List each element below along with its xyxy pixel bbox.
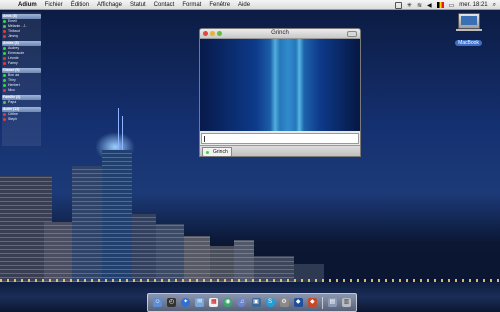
- tower-spire: [122, 116, 123, 150]
- building: [156, 224, 184, 282]
- group-amis: Amis (8) Emeil Mélanie - J.. Thibaut Jim…: [2, 14, 41, 39]
- group-autre: Autre (12) Céline Steph: [2, 107, 41, 122]
- status-away-icon: [3, 35, 6, 38]
- status-away-icon: [3, 57, 6, 60]
- contact-row[interactable]: Jimmy: [2, 34, 41, 39]
- app-icon[interactable]: ◆: [307, 298, 317, 307]
- dock: ☺ ◴ ✦ ✉ ▦ ◉ ♫ ▣ S ⚙ ◆ ◆ ▤ ▥: [147, 293, 357, 312]
- building: [210, 246, 234, 282]
- chat-titlebar[interactable]: Grinch: [200, 29, 360, 39]
- status-away-icon: [3, 118, 6, 121]
- itunes-icon[interactable]: ♫: [237, 298, 247, 307]
- preferences-icon[interactable]: ⚙: [279, 298, 289, 307]
- menubar: Adium Fichier Édition Affichage Statut C…: [0, 0, 500, 10]
- buddy-list: Amis (8) Emeil Mélanie - J.. Thibaut Jim…: [2, 12, 41, 146]
- menu-fichier[interactable]: Fichier: [41, 2, 67, 8]
- spotlight-icon[interactable]: ⌕: [493, 2, 496, 9]
- status-online-icon: [3, 79, 6, 82]
- text-caret: [204, 136, 205, 142]
- adium-icon[interactable]: ◉: [223, 298, 233, 307]
- volume-icon[interactable]: ◀: [427, 2, 432, 9]
- message-input[interactable]: [201, 133, 359, 144]
- group-classe: Classe (9) Bon aa Thiry Herbert Nico: [2, 68, 41, 93]
- dock-separator: [321, 296, 323, 309]
- desktop-drive[interactable]: MacBook: [451, 13, 486, 49]
- chat-tab[interactable]: Grinch: [202, 147, 232, 156]
- menubar-clock[interactable]: mer. 18:21: [459, 2, 487, 8]
- building: [234, 240, 254, 282]
- status-online-icon: [3, 25, 6, 28]
- chat-transcript[interactable]: [200, 39, 360, 131]
- status-online-icon: [3, 52, 6, 55]
- status-menu-icon[interactable]: [394, 1, 402, 9]
- status-away-icon: [3, 30, 6, 33]
- building: [72, 166, 102, 282]
- contact-name: Fanny: [8, 61, 18, 65]
- menu-statut[interactable]: Statut: [126, 2, 150, 8]
- contact-row[interactable]: Nico: [2, 88, 41, 93]
- ical-icon[interactable]: ▦: [209, 298, 219, 307]
- contact-name: Jimmy: [8, 34, 19, 38]
- menu-edition[interactable]: Édition: [67, 2, 93, 8]
- contact-name: Nico: [8, 88, 16, 92]
- contact-row[interactable]: Steph: [2, 117, 41, 122]
- battery-icon[interactable]: ▭: [449, 2, 455, 9]
- skype-icon[interactable]: S: [265, 298, 275, 307]
- chat-tab-bar: Grinch: [200, 145, 360, 156]
- contact-name: Papa: [8, 100, 17, 104]
- wifi-icon[interactable]: ≋: [417, 2, 422, 9]
- status-online-icon: [3, 84, 6, 87]
- desktop-drive-label: MacBook: [455, 40, 482, 46]
- building: [184, 236, 210, 282]
- status-online-icon: [3, 47, 6, 50]
- documents-icon[interactable]: ▤: [327, 298, 337, 307]
- building: [102, 150, 132, 282]
- tower-spire: [118, 108, 119, 150]
- status-away-icon: [3, 113, 6, 116]
- laptop-base: [455, 29, 482, 31]
- app-icon[interactable]: ◆: [293, 298, 303, 307]
- iphoto-icon[interactable]: ▣: [251, 298, 261, 307]
- building: [44, 222, 74, 282]
- building: [132, 214, 156, 282]
- status-online-icon: [206, 150, 209, 154]
- status-away-icon: [3, 62, 6, 65]
- finder-icon[interactable]: ☺: [153, 298, 163, 307]
- laptop-icon: [457, 13, 480, 29]
- status-online-icon: [3, 101, 6, 104]
- toolbar-toggle-button[interactable]: [347, 31, 357, 37]
- chat-window-title: Grinch: [271, 30, 289, 36]
- group-famille: Famille (2) Papa: [2, 95, 41, 105]
- status-online-icon: [3, 20, 6, 23]
- menu-aide[interactable]: Aide: [234, 2, 254, 8]
- safari-icon[interactable]: ✦: [181, 298, 191, 307]
- contact-row[interactable]: Fanny: [2, 61, 41, 66]
- menu-format[interactable]: Format: [178, 2, 205, 8]
- contact-name: Steph: [8, 117, 18, 121]
- sync-icon[interactable]: ✳: [407, 2, 412, 9]
- menu-adium[interactable]: Adium: [14, 2, 41, 8]
- contact-row[interactable]: Papa: [2, 100, 41, 105]
- menu-fenetre[interactable]: Fenêtre: [205, 2, 234, 8]
- dashboard-icon[interactable]: ◴: [167, 298, 177, 307]
- chat-tab-label: Grinch: [213, 149, 228, 155]
- menu-contact[interactable]: Contact: [150, 2, 179, 8]
- menu-affichage[interactable]: Affichage: [93, 2, 126, 8]
- input-flag-icon[interactable]: [436, 2, 444, 8]
- group-amies: Amies (5) Audrey Emeraude Léonie Fanny: [2, 41, 41, 66]
- status-online-icon: [3, 74, 6, 77]
- trash-icon[interactable]: ▥: [341, 298, 351, 307]
- status-away-icon: [3, 89, 6, 92]
- chat-window: Grinch Grinch: [199, 28, 361, 157]
- mail-icon[interactable]: ✉: [195, 298, 205, 307]
